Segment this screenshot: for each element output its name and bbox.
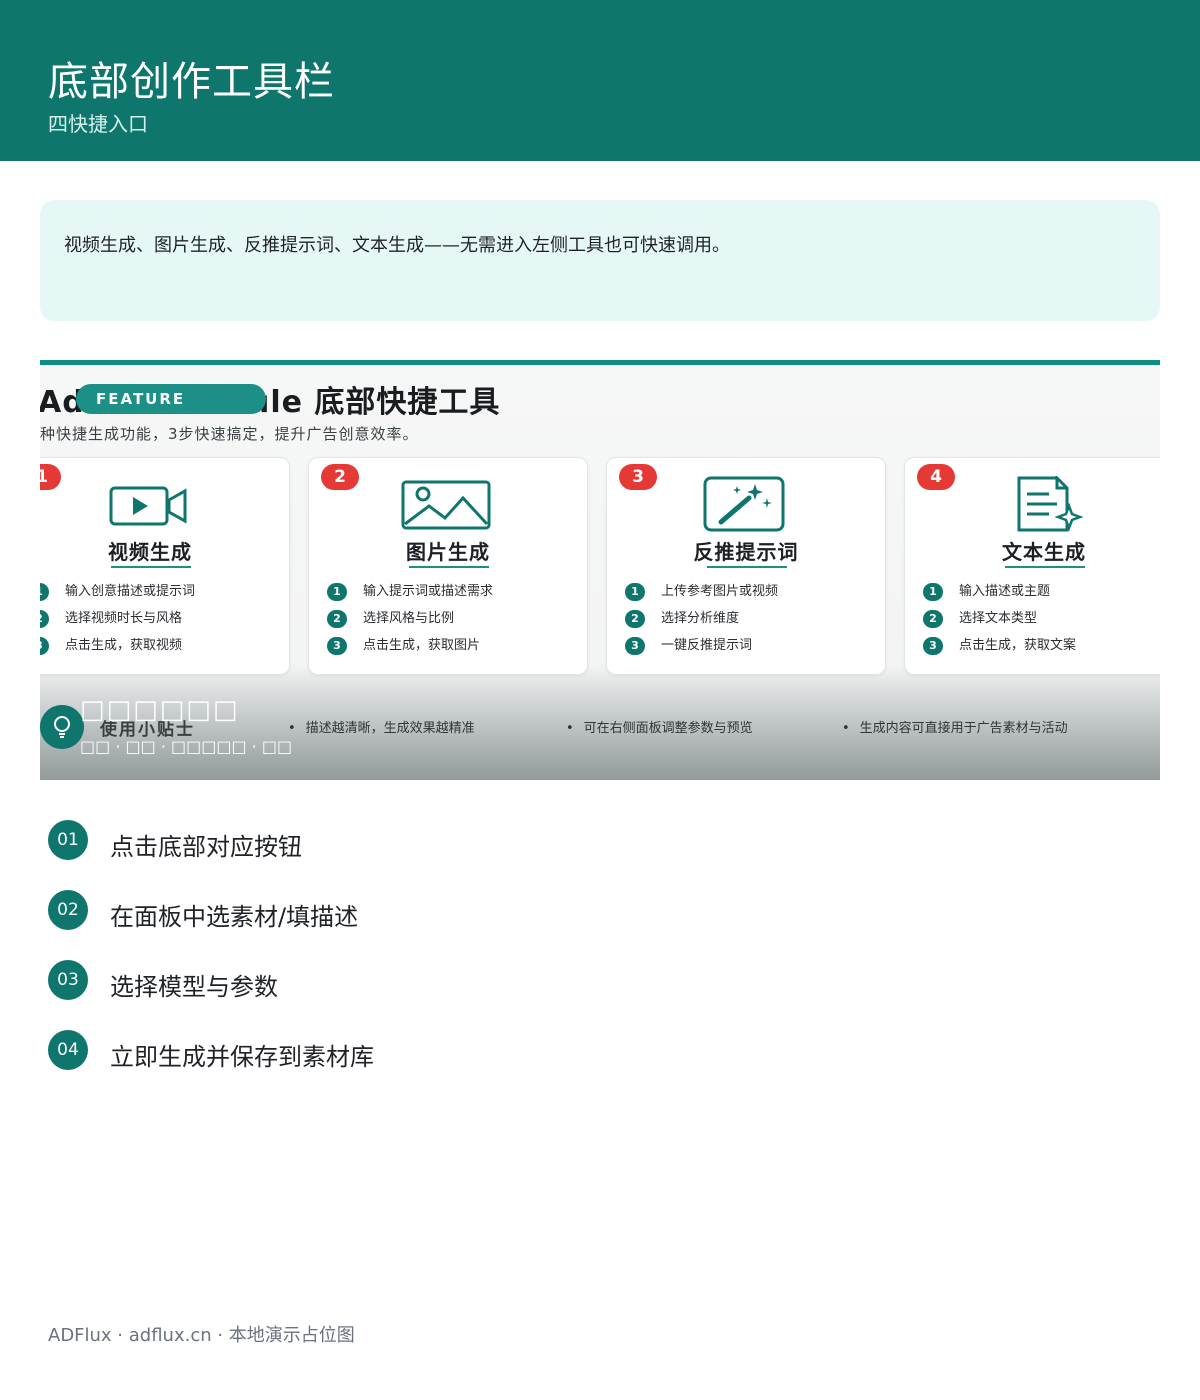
step-number: 01 <box>48 820 88 860</box>
card-step: 2选择视频时长与风格 <box>40 609 182 629</box>
tip-item: 描述越清晰，生成效果越精准 <box>288 717 475 736</box>
card-reverse-prompt[interactable]: 3 反推提示词 1 上传参考图片或视频 2 选择分析维度 3 一键反推提示词 <box>606 457 886 675</box>
step-label: 在面板中选素材/填描述 <box>110 903 359 931</box>
card-video-generation[interactable]: 1 视频生成 1输入创意描述或提示词 2选择视频时长与风格 3点击生成，获取视频 <box>40 457 290 675</box>
title-underline <box>1005 566 1085 568</box>
card-number-badge: 4 <box>917 464 955 490</box>
image-icon <box>401 480 491 530</box>
card-step: 3 点击生成，获取图片 <box>327 636 480 656</box>
magic-wand-icon <box>703 476 785 532</box>
card-step: 1输入创意描述或提示词 <box>40 582 195 602</box>
card-step: 1 上传参考图片或视频 <box>625 582 778 602</box>
module-subtitle: 种快捷生成功能，3步快速搞定，提升广告创意效率。 <box>40 425 419 443</box>
tip-item: 生成内容可直接用于广告素材与活动 <box>842 717 1068 736</box>
step-number: 03 <box>48 960 88 1000</box>
card-title: 反推提示词 <box>693 540 799 564</box>
page-title: 底部创作工具栏 <box>48 59 335 105</box>
overlay-caption-title: □□□□□□ <box>80 695 240 725</box>
tip-item: 可在右侧面板调整参数与预览 <box>566 717 753 736</box>
feature-badge: FEATURE <box>76 384 266 414</box>
card-step: 2 选择风格与比例 <box>327 609 454 629</box>
card-step: 1 输入描述或主题 <box>923 582 1050 602</box>
card-number-badge: 2 <box>321 464 359 490</box>
card-step: 2 选择文本类型 <box>923 609 1037 629</box>
card-step: 3 一键反推提示词 <box>625 636 752 656</box>
page-subtitle: 四快捷入口 <box>48 112 148 136</box>
card-title: 文本生成 <box>1002 540 1086 564</box>
info-text: 视频生成、图片生成、反推提示词、文本生成——无需进入左侧工具也可快速调用。 <box>64 235 730 256</box>
step-number: 02 <box>48 890 88 930</box>
card-text-generation[interactable]: 4 文本生成 1 输入描述或主题 2 选择文本类型 3 点击生成，获取文案 <box>904 457 1160 675</box>
page-header: 底部创作工具栏 四快捷入口 <box>0 0 1200 161</box>
card-step: 3 点击生成，获取文案 <box>923 636 1076 656</box>
step-label: 选择模型与参数 <box>110 973 278 1001</box>
card-title: 视频生成 <box>108 540 192 564</box>
title-underline <box>409 566 489 568</box>
step-label: 点击底部对应按钮 <box>110 833 302 861</box>
step-label: 立即生成并保存到素材库 <box>110 1043 374 1071</box>
card-number-badge: 3 <box>619 464 657 490</box>
card-number-badge: 1 <box>40 464 61 490</box>
step-item: 02 在面板中选素材/填描述 <box>48 890 748 934</box>
overlay-caption-subtitle: □□ · □□ · □□□□□ · □□ <box>80 737 293 756</box>
video-camera-icon <box>109 486 187 526</box>
step-number: 04 <box>48 1030 88 1070</box>
title-underline <box>707 566 787 568</box>
embedded-screenshot: AdFlux module 底部快捷工具 FEATURE 种快捷生成功能，3步快… <box>40 360 1160 780</box>
document-sparkle-icon <box>1017 476 1084 532</box>
title-underline <box>111 566 191 568</box>
step-item: 03 选择模型与参数 <box>48 960 748 1004</box>
card-step: 2 选择分析维度 <box>625 609 739 629</box>
info-box: 视频生成、图片生成、反推提示词、文本生成——无需进入左侧工具也可快速调用。 <box>40 200 1160 321</box>
step-item: 04 立即生成并保存到素材库 <box>48 1030 748 1074</box>
step-item: 01 点击底部对应按钮 <box>48 820 748 864</box>
card-step: 1 输入提示词或描述需求 <box>327 582 493 602</box>
footer-text: ADFlux · adflux.cn · 本地演示占位图 <box>48 1325 355 1346</box>
lightbulb-icon <box>40 705 84 749</box>
card-step: 3点击生成，获取视频 <box>40 636 182 656</box>
card-title: 图片生成 <box>406 540 490 564</box>
card-image-generation[interactable]: 2 图片生成 1 输入提示词或描述需求 2 选择风格与比例 3 点击生成，获取图片 <box>308 457 588 675</box>
